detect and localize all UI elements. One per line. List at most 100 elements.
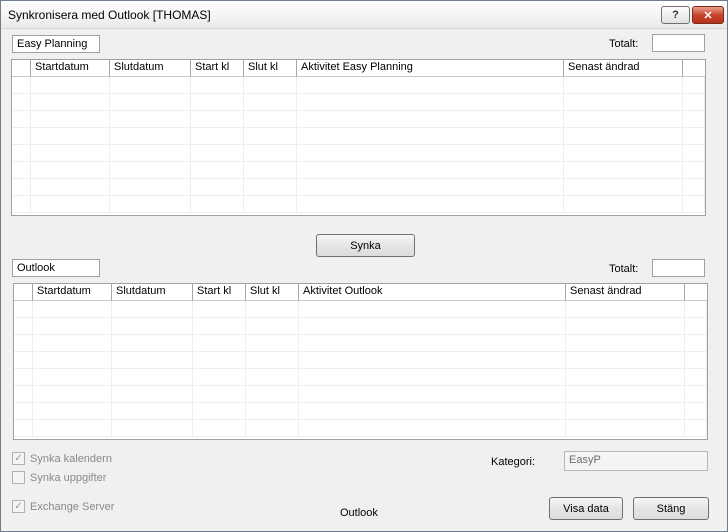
table-cell — [33, 318, 112, 335]
table-row[interactable] — [12, 179, 705, 196]
table-cell — [31, 111, 110, 128]
table-cell — [246, 403, 299, 420]
easy-planning-label: Easy Planning — [12, 35, 100, 53]
column-header-aktivitet[interactable]: Aktivitet Outlook — [299, 284, 566, 301]
table-row[interactable] — [12, 77, 705, 94]
table-cell — [191, 77, 244, 94]
table-cell — [191, 145, 244, 162]
table-cell — [297, 196, 564, 213]
table-cell — [110, 111, 191, 128]
table-cell — [191, 94, 244, 111]
column-header-start-kl[interactable]: Start kl — [191, 60, 244, 77]
sync-tasks-label: Synka uppgifter — [30, 471, 107, 484]
table-row[interactable] — [12, 128, 705, 145]
table-row[interactable] — [14, 420, 707, 437]
table-row[interactable] — [12, 94, 705, 111]
show-data-button[interactable]: Visa data — [549, 497, 623, 520]
table-cell — [566, 369, 685, 386]
table-row[interactable] — [14, 352, 707, 369]
table-cell — [685, 301, 707, 318]
table-cell — [297, 77, 564, 94]
table-row[interactable] — [12, 145, 705, 162]
table-cell — [244, 111, 297, 128]
table-cell — [14, 369, 33, 386]
table-cell — [112, 403, 193, 420]
column-header-start-kl[interactable]: Start kl — [193, 284, 246, 301]
table-cell — [12, 77, 31, 94]
table-cell — [193, 369, 246, 386]
column-header-startdatum[interactable]: Startdatum — [33, 284, 112, 301]
easy-planning-total-field — [652, 34, 705, 52]
table-row[interactable] — [14, 403, 707, 420]
table-cell — [14, 318, 33, 335]
table-cell — [110, 179, 191, 196]
table-cell — [566, 403, 685, 420]
help-button[interactable]: ? — [661, 6, 690, 24]
table-cell — [12, 179, 31, 196]
close-icon: ✕ — [703, 9, 713, 22]
table-row[interactable] — [14, 369, 707, 386]
easy-planning-grid[interactable]: Startdatum Slutdatum Start kl Slut kl Ak… — [11, 59, 706, 216]
table-cell — [12, 162, 31, 179]
table-cell — [683, 162, 705, 179]
table-cell — [683, 179, 705, 196]
table-cell — [566, 318, 685, 335]
column-header-slutdatum[interactable]: Slutdatum — [112, 284, 193, 301]
table-cell — [112, 386, 193, 403]
column-header-aktivitet[interactable]: Aktivitet Easy Planning — [297, 60, 564, 77]
table-cell — [112, 352, 193, 369]
table-cell — [14, 352, 33, 369]
table-cell — [685, 386, 707, 403]
table-row[interactable] — [12, 162, 705, 179]
table-cell — [191, 111, 244, 128]
table-cell — [193, 386, 246, 403]
table-cell — [297, 128, 564, 145]
table-cell — [33, 420, 112, 437]
close-button[interactable]: Stäng — [633, 497, 709, 520]
column-header-slut-kl[interactable]: Slut kl — [246, 284, 299, 301]
table-cell — [110, 94, 191, 111]
column-header-senast-andrad[interactable]: Senast ändrad — [566, 284, 685, 301]
table-cell — [191, 179, 244, 196]
table-row[interactable] — [14, 318, 707, 335]
column-header-slut-kl[interactable]: Slut kl — [244, 60, 297, 77]
table-cell — [110, 196, 191, 213]
row-selector-header — [14, 284, 33, 301]
easy-planning-grid-body — [12, 77, 705, 215]
sync-calendar-checkbox[interactable]: ✓ Synka kalendern — [12, 452, 112, 465]
question-icon: ? — [672, 9, 679, 21]
outlook-grid[interactable]: Startdatum Slutdatum Start kl Slut kl Ak… — [13, 283, 708, 440]
table-cell — [683, 145, 705, 162]
column-header-senast-andrad[interactable]: Senast ändrad — [564, 60, 683, 77]
table-cell — [299, 403, 566, 420]
table-row[interactable] — [14, 301, 707, 318]
table-cell — [246, 369, 299, 386]
table-cell — [297, 94, 564, 111]
kategori-field[interactable]: EasyP — [564, 451, 708, 471]
table-cell — [31, 196, 110, 213]
table-cell — [685, 403, 707, 420]
table-row[interactable] — [12, 111, 705, 128]
outlook-grid-body — [14, 301, 707, 439]
table-cell — [112, 420, 193, 437]
table-cell — [112, 301, 193, 318]
table-row[interactable] — [14, 335, 707, 352]
table-cell — [193, 403, 246, 420]
table-cell — [683, 111, 705, 128]
close-window-button[interactable]: ✕ — [692, 6, 724, 24]
outlook-total-field — [652, 259, 705, 277]
table-cell — [193, 318, 246, 335]
table-row[interactable] — [12, 196, 705, 213]
checkbox-empty-icon — [12, 471, 25, 484]
table-cell — [685, 352, 707, 369]
table-cell — [191, 128, 244, 145]
exchange-server-checkbox[interactable]: ✓ Exchange Server — [12, 500, 114, 513]
table-cell — [683, 77, 705, 94]
synka-button[interactable]: Synka — [316, 234, 415, 257]
table-cell — [110, 145, 191, 162]
column-header-startdatum[interactable]: Startdatum — [31, 60, 110, 77]
sync-tasks-checkbox[interactable]: Synka uppgifter — [12, 471, 106, 484]
table-row[interactable] — [14, 386, 707, 403]
column-header-slutdatum[interactable]: Slutdatum — [110, 60, 191, 77]
table-cell — [244, 179, 297, 196]
